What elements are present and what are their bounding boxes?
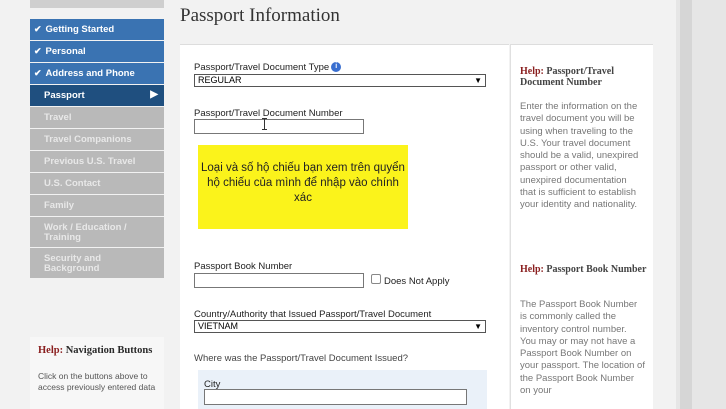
sidebar-item-label: Travel xyxy=(44,112,72,123)
sidebar-item-label: Work / Education / Training xyxy=(44,221,127,243)
book-help-body: The Passport Book Number is commonly cal… xyxy=(520,299,645,397)
sidebar-item-label: Personal xyxy=(45,46,86,57)
instruction-note: Loại và số hộ chiếu bạn xem trên quyển h… xyxy=(198,145,408,229)
sidebar-item-address-and-phone[interactable]: ✔ Address and Phone xyxy=(30,63,164,84)
doc-number-input[interactable] xyxy=(194,119,364,134)
page-title: Passport Information xyxy=(180,5,340,26)
chevron-down-icon: ▼ xyxy=(474,76,482,85)
issuing-country-value: VIETNAM xyxy=(198,321,239,331)
check-icon: ✔ xyxy=(34,46,42,56)
doc-number-label: Passport/Travel Document Number xyxy=(194,108,343,119)
sidebar-item-us-contact: U.S. Contact xyxy=(30,173,164,194)
issued-where-label: Where was the Passport/Travel Document I… xyxy=(194,353,409,364)
check-icon: ✔ xyxy=(34,68,42,78)
scrollbar-track[interactable] xyxy=(680,0,692,409)
navigation-help-body: Click on the buttons above to access pre… xyxy=(38,371,156,392)
book-help-title: Help: Passport Book Number xyxy=(520,264,648,275)
sidebar-item-label: Address and Phone xyxy=(45,68,135,79)
doc-type-select[interactable]: REGULAR ▼ xyxy=(194,74,486,87)
help-title-text: Passport Book Number xyxy=(546,264,647,275)
sidebar-item-travel-companions: Travel Companions xyxy=(30,129,164,150)
chevron-down-icon: ▼ xyxy=(474,322,482,331)
sidebar-item-work-education: Work / Education / Training xyxy=(30,217,164,247)
help-title-text: Navigation Buttons xyxy=(65,345,153,356)
info-icon[interactable]: i xyxy=(331,62,342,72)
doc-type-label: Passport/Travel Document Type i xyxy=(194,62,342,73)
sidebar-item-getting-started[interactable]: ✔ Getting Started xyxy=(30,19,164,40)
sidebar-item-personal[interactable]: ✔ Personal xyxy=(30,41,164,62)
sidebar-nav: ✔ Getting Started ✔ Personal ✔ Address a… xyxy=(30,19,164,279)
chevron-right-icon: ▶ xyxy=(150,89,158,100)
check-icon: ✔ xyxy=(34,24,42,34)
sidebar-item-travel: Travel xyxy=(30,107,164,128)
sidebar-item-label: Previous U.S. Travel xyxy=(44,156,136,167)
doc-type-value: REGULAR xyxy=(198,75,242,85)
issuing-country-label: Country/Authority that Issued Passport/T… xyxy=(194,309,432,320)
page: ✔ Getting Started ✔ Personal ✔ Address a… xyxy=(0,0,726,409)
sidebar-item-label: U.S. Contact xyxy=(44,178,101,189)
does-not-apply-checkbox[interactable] xyxy=(371,274,381,284)
help-prefix: Help: xyxy=(38,345,64,356)
help-prefix: Help: xyxy=(520,66,544,77)
does-not-apply-label: Does Not Apply xyxy=(384,276,450,287)
sidebar-item-passport[interactable]: Passport ▶ xyxy=(30,85,164,106)
issuing-country-select[interactable]: VIETNAM ▼ xyxy=(194,320,486,333)
sidebar-item-label: Security and Background xyxy=(44,252,102,274)
sidebar-item-previous-us-travel: Previous U.S. Travel xyxy=(30,151,164,172)
navigation-help: Help: Navigation Buttons Click on the bu… xyxy=(30,337,164,409)
sidebar-item-label: Getting Started xyxy=(45,24,115,35)
doc-type-label-text: Passport/Travel Document Type xyxy=(194,62,330,73)
right-gutter xyxy=(676,0,726,409)
doc-help-body: Enter the information on the travel docu… xyxy=(520,101,639,211)
sidebar-top-bar xyxy=(30,0,164,8)
help-prefix: Help: xyxy=(520,264,544,275)
sidebar-item-family: Family xyxy=(30,195,164,216)
book-number-label: Passport Book Number xyxy=(194,261,293,272)
text-cursor-icon xyxy=(262,118,267,130)
sidebar-item-label: Family xyxy=(44,200,75,211)
sidebar: ✔ Getting Started ✔ Personal ✔ Address a… xyxy=(30,0,164,409)
sidebar-item-label: Passport xyxy=(44,90,85,101)
book-number-input[interactable] xyxy=(194,273,364,288)
doc-help-title: Help: Passport/Travel Document Number xyxy=(520,66,648,88)
city-input[interactable] xyxy=(204,389,467,405)
navigation-help-title: Help: Navigation Buttons xyxy=(38,345,152,356)
sidebar-item-label: Travel Companions xyxy=(44,134,132,145)
sidebar-item-security-background: Security and Background xyxy=(30,248,164,278)
